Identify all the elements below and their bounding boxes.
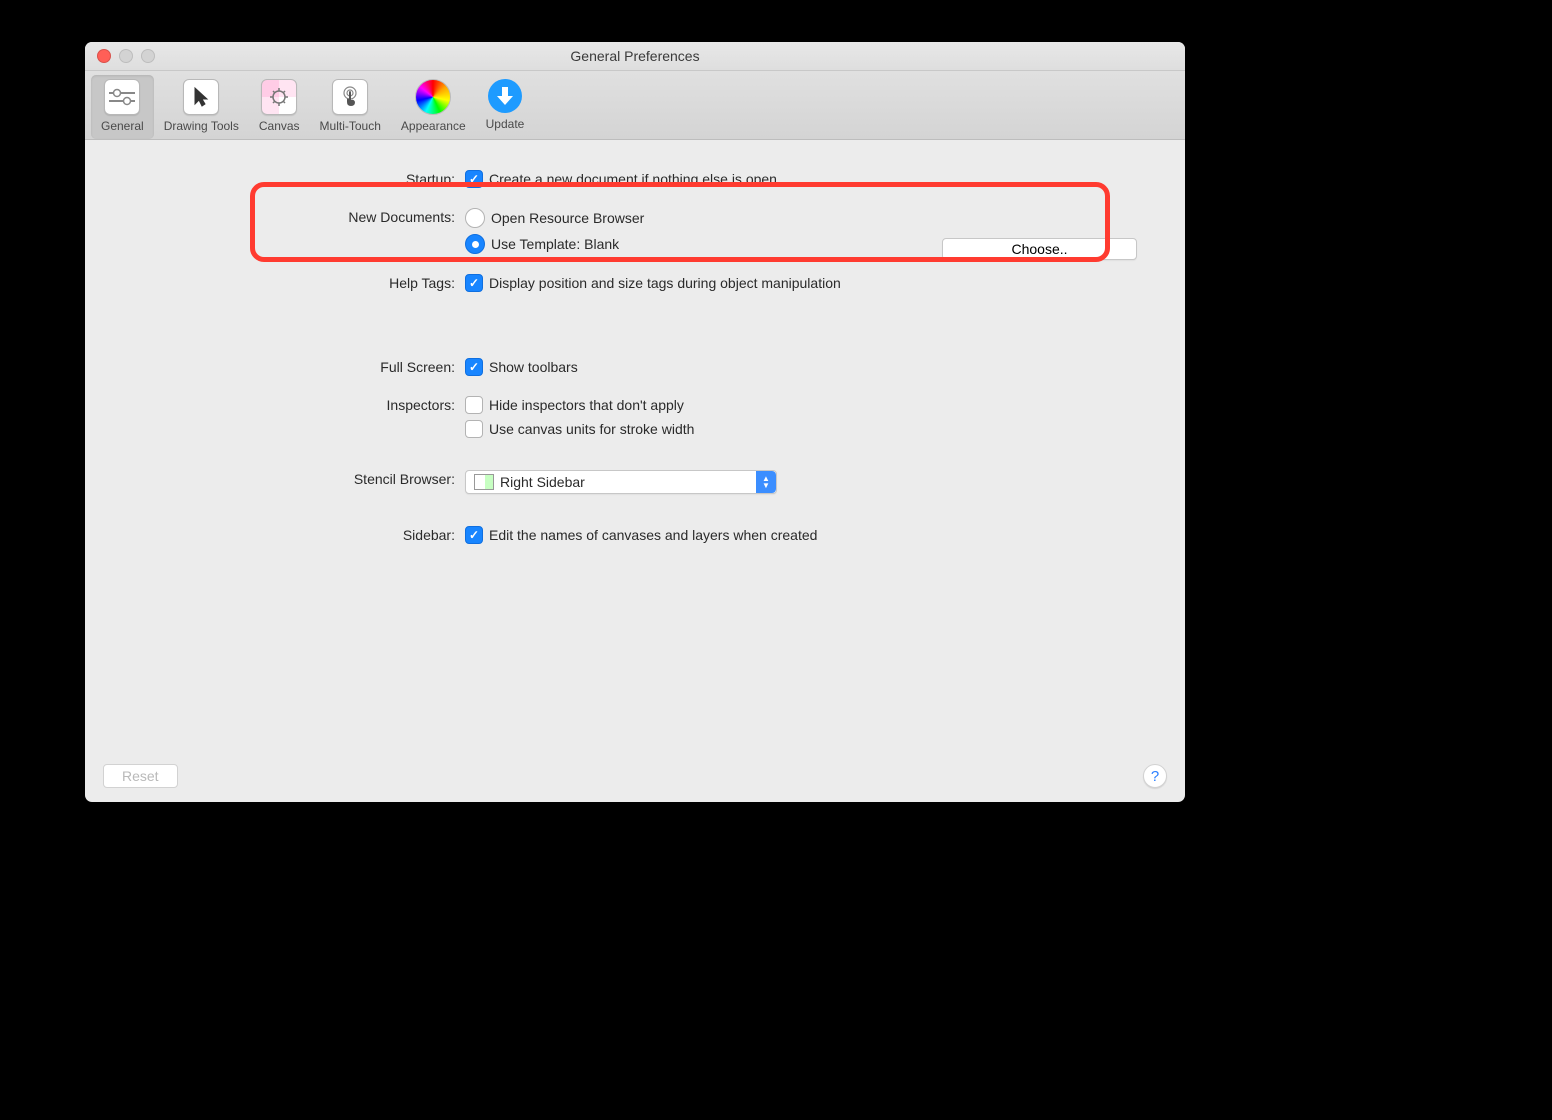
sidebar-label: Sidebar: — [115, 526, 465, 543]
chevron-updown-icon: ▲▼ — [756, 471, 776, 493]
new-documents-row: New Documents: Open Resource Browser Use… — [115, 208, 1155, 254]
zoom-icon — [141, 49, 155, 63]
new-documents-label: New Documents: — [115, 208, 465, 225]
startup-row: Startup: Create a new document if nothin… — [115, 170, 1155, 188]
reset-button[interactable]: Reset — [103, 764, 178, 788]
cursor-icon — [183, 79, 219, 115]
tab-drawing-tools[interactable]: Drawing Tools — [154, 75, 249, 139]
helptags-row: Help Tags: Display position and size tag… — [115, 274, 1155, 292]
sliders-icon — [104, 79, 140, 115]
tab-general-label: General — [101, 119, 144, 133]
inspectors-canvasunits-label: Use canvas units for stroke width — [489, 421, 694, 437]
stencil-label: Stencil Browser: — [115, 470, 465, 487]
startup-label: Startup: — [115, 170, 465, 187]
tab-update[interactable]: Update — [476, 75, 535, 139]
newdocs-resource-radio[interactable] — [465, 208, 485, 228]
newdocs-resource-label: Open Resource Browser — [491, 210, 644, 226]
helptags-label: Help Tags: — [115, 274, 465, 291]
stencil-value: Right Sidebar — [500, 474, 585, 490]
helptags-checkbox[interactable] — [465, 274, 483, 292]
titlebar: General Preferences — [85, 42, 1185, 71]
newdocs-template-radio[interactable] — [465, 234, 485, 254]
fullscreen-row: Full Screen: Show toolbars — [115, 358, 1155, 376]
startup-create-label: Create a new document if nothing else is… — [489, 171, 777, 187]
tab-multitouch[interactable]: Multi-Touch — [310, 75, 391, 139]
help-button[interactable]: ? — [1143, 764, 1167, 788]
inspectors-row: Inspectors: Hide inspectors that don't a… — [115, 396, 1155, 438]
close-icon[interactable] — [97, 49, 111, 63]
sidebar-editnames-checkbox[interactable] — [465, 526, 483, 544]
fullscreen-label: Full Screen: — [115, 358, 465, 375]
sidebar-editnames-label: Edit the names of canvases and layers wh… — [489, 527, 817, 543]
tab-canvas[interactable]: Canvas — [249, 75, 310, 139]
window-title: General Preferences — [85, 48, 1185, 64]
choose-button[interactable]: Choose.. — [942, 238, 1137, 260]
touch-icon — [332, 79, 368, 115]
color-wheel-icon — [415, 79, 451, 115]
stencil-row: Stencil Browser: Right Sidebar ▲▼ — [115, 470, 1155, 494]
minimize-icon — [119, 49, 133, 63]
tab-update-label: Update — [486, 117, 525, 131]
tab-multitouch-label: Multi-Touch — [320, 119, 381, 133]
inspectors-canvasunits-checkbox[interactable] — [465, 420, 483, 438]
inspectors-hide-checkbox[interactable] — [465, 396, 483, 414]
tab-appearance-label: Appearance — [401, 119, 466, 133]
tab-canvas-label: Canvas — [259, 119, 300, 133]
canvas-icon — [261, 79, 297, 115]
download-icon — [488, 79, 522, 113]
sidebar-row: Sidebar: Edit the names of canvases and … — [115, 526, 1155, 544]
footer: Reset ? — [85, 750, 1185, 802]
sidebar-layout-icon — [474, 474, 494, 490]
fullscreen-toolbars-checkbox[interactable] — [465, 358, 483, 376]
window-controls — [85, 49, 155, 63]
general-panel: Startup: Create a new document if nothin… — [85, 140, 1185, 802]
newdocs-template-label: Use Template: Blank — [491, 236, 619, 252]
preferences-window: General Preferences General Drawing Tool… — [85, 42, 1185, 802]
tab-general[interactable]: General — [91, 75, 154, 139]
inspectors-hide-label: Hide inspectors that don't apply — [489, 397, 684, 413]
tab-drawing-label: Drawing Tools — [164, 119, 239, 133]
inspectors-label: Inspectors: — [115, 396, 465, 413]
helptags-text: Display position and size tags during ob… — [489, 275, 841, 291]
prefs-toolbar: General Drawing Tools — [85, 71, 1185, 140]
startup-create-checkbox[interactable] — [465, 170, 483, 188]
tab-appearance[interactable]: Appearance — [391, 75, 476, 139]
stencil-browser-select[interactable]: Right Sidebar ▲▼ — [465, 470, 777, 494]
fullscreen-toolbars-label: Show toolbars — [489, 359, 578, 375]
